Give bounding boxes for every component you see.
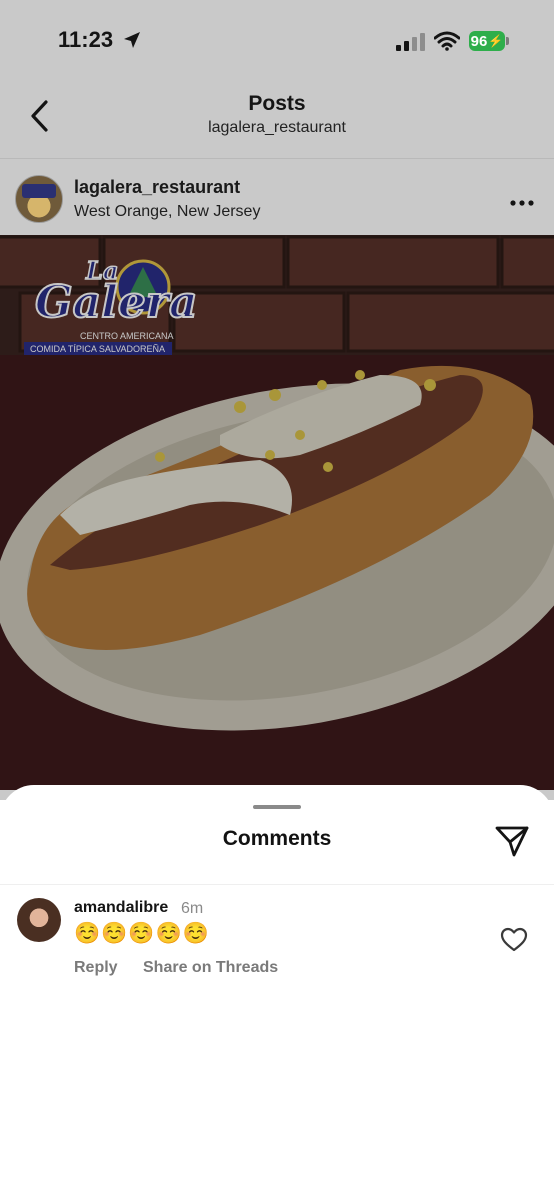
avatar[interactable] (15, 175, 63, 223)
comment-text: ☺️☺️☺️☺️☺️ (74, 922, 210, 945)
dimmed-background: 11:23 96 ⚡ Posts lagalera_restaurant lag… (0, 0, 554, 800)
divider (0, 884, 554, 885)
page-subtitle: lagalera_restaurant (208, 119, 346, 136)
comments-title: Comments (222, 827, 332, 850)
reply-button[interactable]: Reply (74, 959, 118, 977)
post-location[interactable]: West Orange, New Jersey (74, 203, 260, 221)
wifi-icon (433, 31, 461, 56)
status-time: 11:23 (58, 27, 114, 52)
avatar[interactable] (17, 898, 61, 942)
battery-indicator: 96 ⚡ (469, 31, 505, 51)
post-header: lagalera_restaurant West Orange, New Jer… (0, 159, 554, 235)
comment-timestamp: 6m (181, 900, 204, 917)
status-bar: 11:23 96 ⚡ (0, 0, 554, 80)
charging-bolt-icon: ⚡ (488, 34, 504, 48)
cellular-signal-icon (396, 33, 426, 56)
comments-sheet: Comments amandalibre 6m ☺️☺️☺️☺️☺️ Reply… (0, 785, 554, 1200)
heart-outline-icon[interactable] (500, 927, 528, 958)
battery-level: 96 (470, 32, 488, 50)
page-title: Posts (248, 92, 306, 115)
location-arrow-icon (122, 30, 142, 55)
share-on-threads-button[interactable]: Share on Threads (143, 959, 278, 977)
more-horizontal-icon[interactable] (510, 193, 534, 211)
comment-username[interactable]: amandalibre (74, 899, 168, 917)
nav-bar: Posts lagalera_restaurant (0, 80, 554, 158)
battery-cap (506, 37, 509, 45)
post-username[interactable]: lagalera_restaurant (74, 177, 240, 198)
avatar-logo (22, 184, 56, 198)
post-image[interactable]: Galera La CENTRO AMERICANA COMIDA TÍPICA… (0, 235, 554, 790)
comment-item: amandalibre 6m ☺️☺️☺️☺️☺️ Reply Share on… (0, 893, 554, 993)
sheet-drag-handle[interactable] (253, 805, 301, 809)
paper-plane-icon[interactable] (494, 823, 530, 864)
